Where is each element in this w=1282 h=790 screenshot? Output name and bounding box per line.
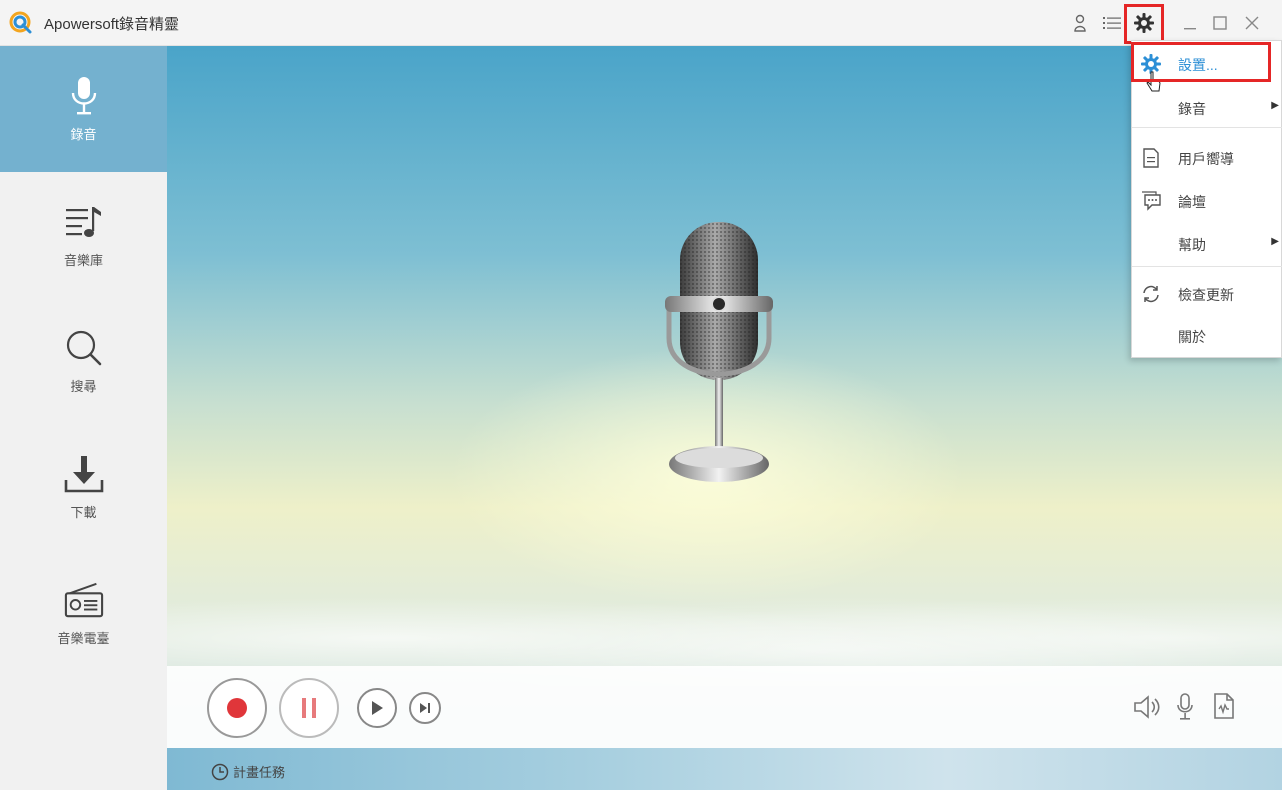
- sidebar-item-label: 錄音: [70, 127, 97, 142]
- maximize-icon: [1213, 16, 1227, 30]
- menu-item-recording[interactable]: 錄音 ▶: [1132, 87, 1282, 127]
- sidebar-item-record[interactable]: 錄音: [0, 46, 167, 172]
- play-icon: [372, 701, 383, 715]
- user-icon: [1074, 14, 1086, 32]
- account-button[interactable]: [1068, 11, 1092, 35]
- schedule-task-button[interactable]: 計畫任務: [211, 762, 285, 781]
- menu-item-label: 論壇: [1178, 194, 1206, 210]
- play-button[interactable]: [357, 688, 397, 728]
- microphone-icon: [71, 77, 96, 115]
- microphone-illustration: [665, 222, 773, 482]
- record-button[interactable]: [207, 678, 267, 738]
- menu-separator: [1132, 127, 1282, 128]
- maximize-button[interactable]: [1208, 11, 1232, 35]
- mic-source-button[interactable]: [1173, 692, 1201, 722]
- sidebar-item-radio[interactable]: 音樂電臺: [0, 550, 167, 676]
- microphone-icon: [1177, 693, 1193, 720]
- menu-item-check-update[interactable]: 檢查更新: [1132, 273, 1282, 313]
- audio-file-icon: [1214, 693, 1234, 719]
- pause-icon: [302, 698, 316, 718]
- minimize-button[interactable]: [1178, 11, 1202, 35]
- menu-item-forum[interactable]: 論壇: [1132, 180, 1282, 220]
- app-title: Apowersoft錄音精靈: [44, 16, 180, 33]
- title-bar: Apowersoft錄音精靈: [0, 0, 1282, 46]
- settings-dropdown-menu: 設置... 錄音 ▶ 用戶嚮導 論壇 幫助 ▶ 檢查更新 關於: [1131, 40, 1282, 358]
- menu-item-label: 用戶嚮導: [1178, 151, 1234, 167]
- record-icon: [227, 698, 247, 718]
- record-panel: 計畫任務: [167, 46, 1282, 790]
- sidebar: 錄音 音樂庫 搜尋 下載 音樂電臺: [0, 46, 167, 790]
- menu-item-help[interactable]: 幫助 ▶: [1132, 223, 1282, 263]
- skip-next-icon: [420, 703, 430, 713]
- sidebar-item-search[interactable]: 搜尋: [0, 298, 167, 424]
- schedule-task-label: 計畫任務: [233, 765, 286, 780]
- settings-highlight-box: [1124, 4, 1164, 44]
- sidebar-item-music-library[interactable]: 音樂庫: [0, 172, 167, 298]
- sidebar-item-label: 音樂電臺: [57, 631, 110, 646]
- refresh-icon: [1143, 285, 1159, 303]
- next-button[interactable]: [409, 692, 441, 724]
- list-button[interactable]: [1100, 11, 1124, 35]
- sidebar-item-label: 音樂庫: [63, 253, 103, 268]
- document-icon: [1143, 148, 1159, 168]
- sidebar-item-label: 搜尋: [70, 379, 97, 394]
- app-logo-icon: [9, 11, 32, 34]
- minimize-icon: [1184, 28, 1196, 30]
- submenu-arrow-icon: ▶: [1271, 100, 1279, 111]
- music-library-icon: [65, 207, 101, 237]
- list-icon: [1103, 17, 1121, 29]
- sidebar-item-label: 下載: [70, 505, 97, 520]
- menu-item-label: 錄音: [1178, 101, 1206, 117]
- chat-icon: [1142, 191, 1161, 211]
- close-icon: [1245, 16, 1259, 30]
- menu-item-user-guide[interactable]: 用戶嚮導: [1132, 137, 1282, 177]
- menu-item-about[interactable]: 關於: [1132, 315, 1282, 355]
- control-bar: [167, 666, 1282, 748]
- menu-item-label: 檢查更新: [1178, 287, 1234, 303]
- speaker-icon: [1134, 695, 1160, 719]
- menu-separator: [1132, 266, 1282, 267]
- radio-icon: [64, 582, 103, 618]
- search-icon: [66, 330, 101, 366]
- close-button[interactable]: [1240, 11, 1264, 35]
- audio-source-button[interactable]: [1133, 694, 1161, 722]
- pause-button[interactable]: [279, 678, 339, 738]
- menu-item-label: 關於: [1178, 329, 1206, 345]
- submenu-arrow-icon: ▶: [1271, 236, 1279, 247]
- settings-item-highlight-box: [1131, 42, 1271, 82]
- file-button[interactable]: [1213, 692, 1239, 722]
- sidebar-item-download[interactable]: 下載: [0, 424, 167, 550]
- download-icon: [64, 456, 103, 493]
- clock-icon: [211, 763, 229, 780]
- menu-item-label: 幫助: [1178, 237, 1206, 253]
- status-bar: 計畫任務: [167, 748, 1282, 790]
